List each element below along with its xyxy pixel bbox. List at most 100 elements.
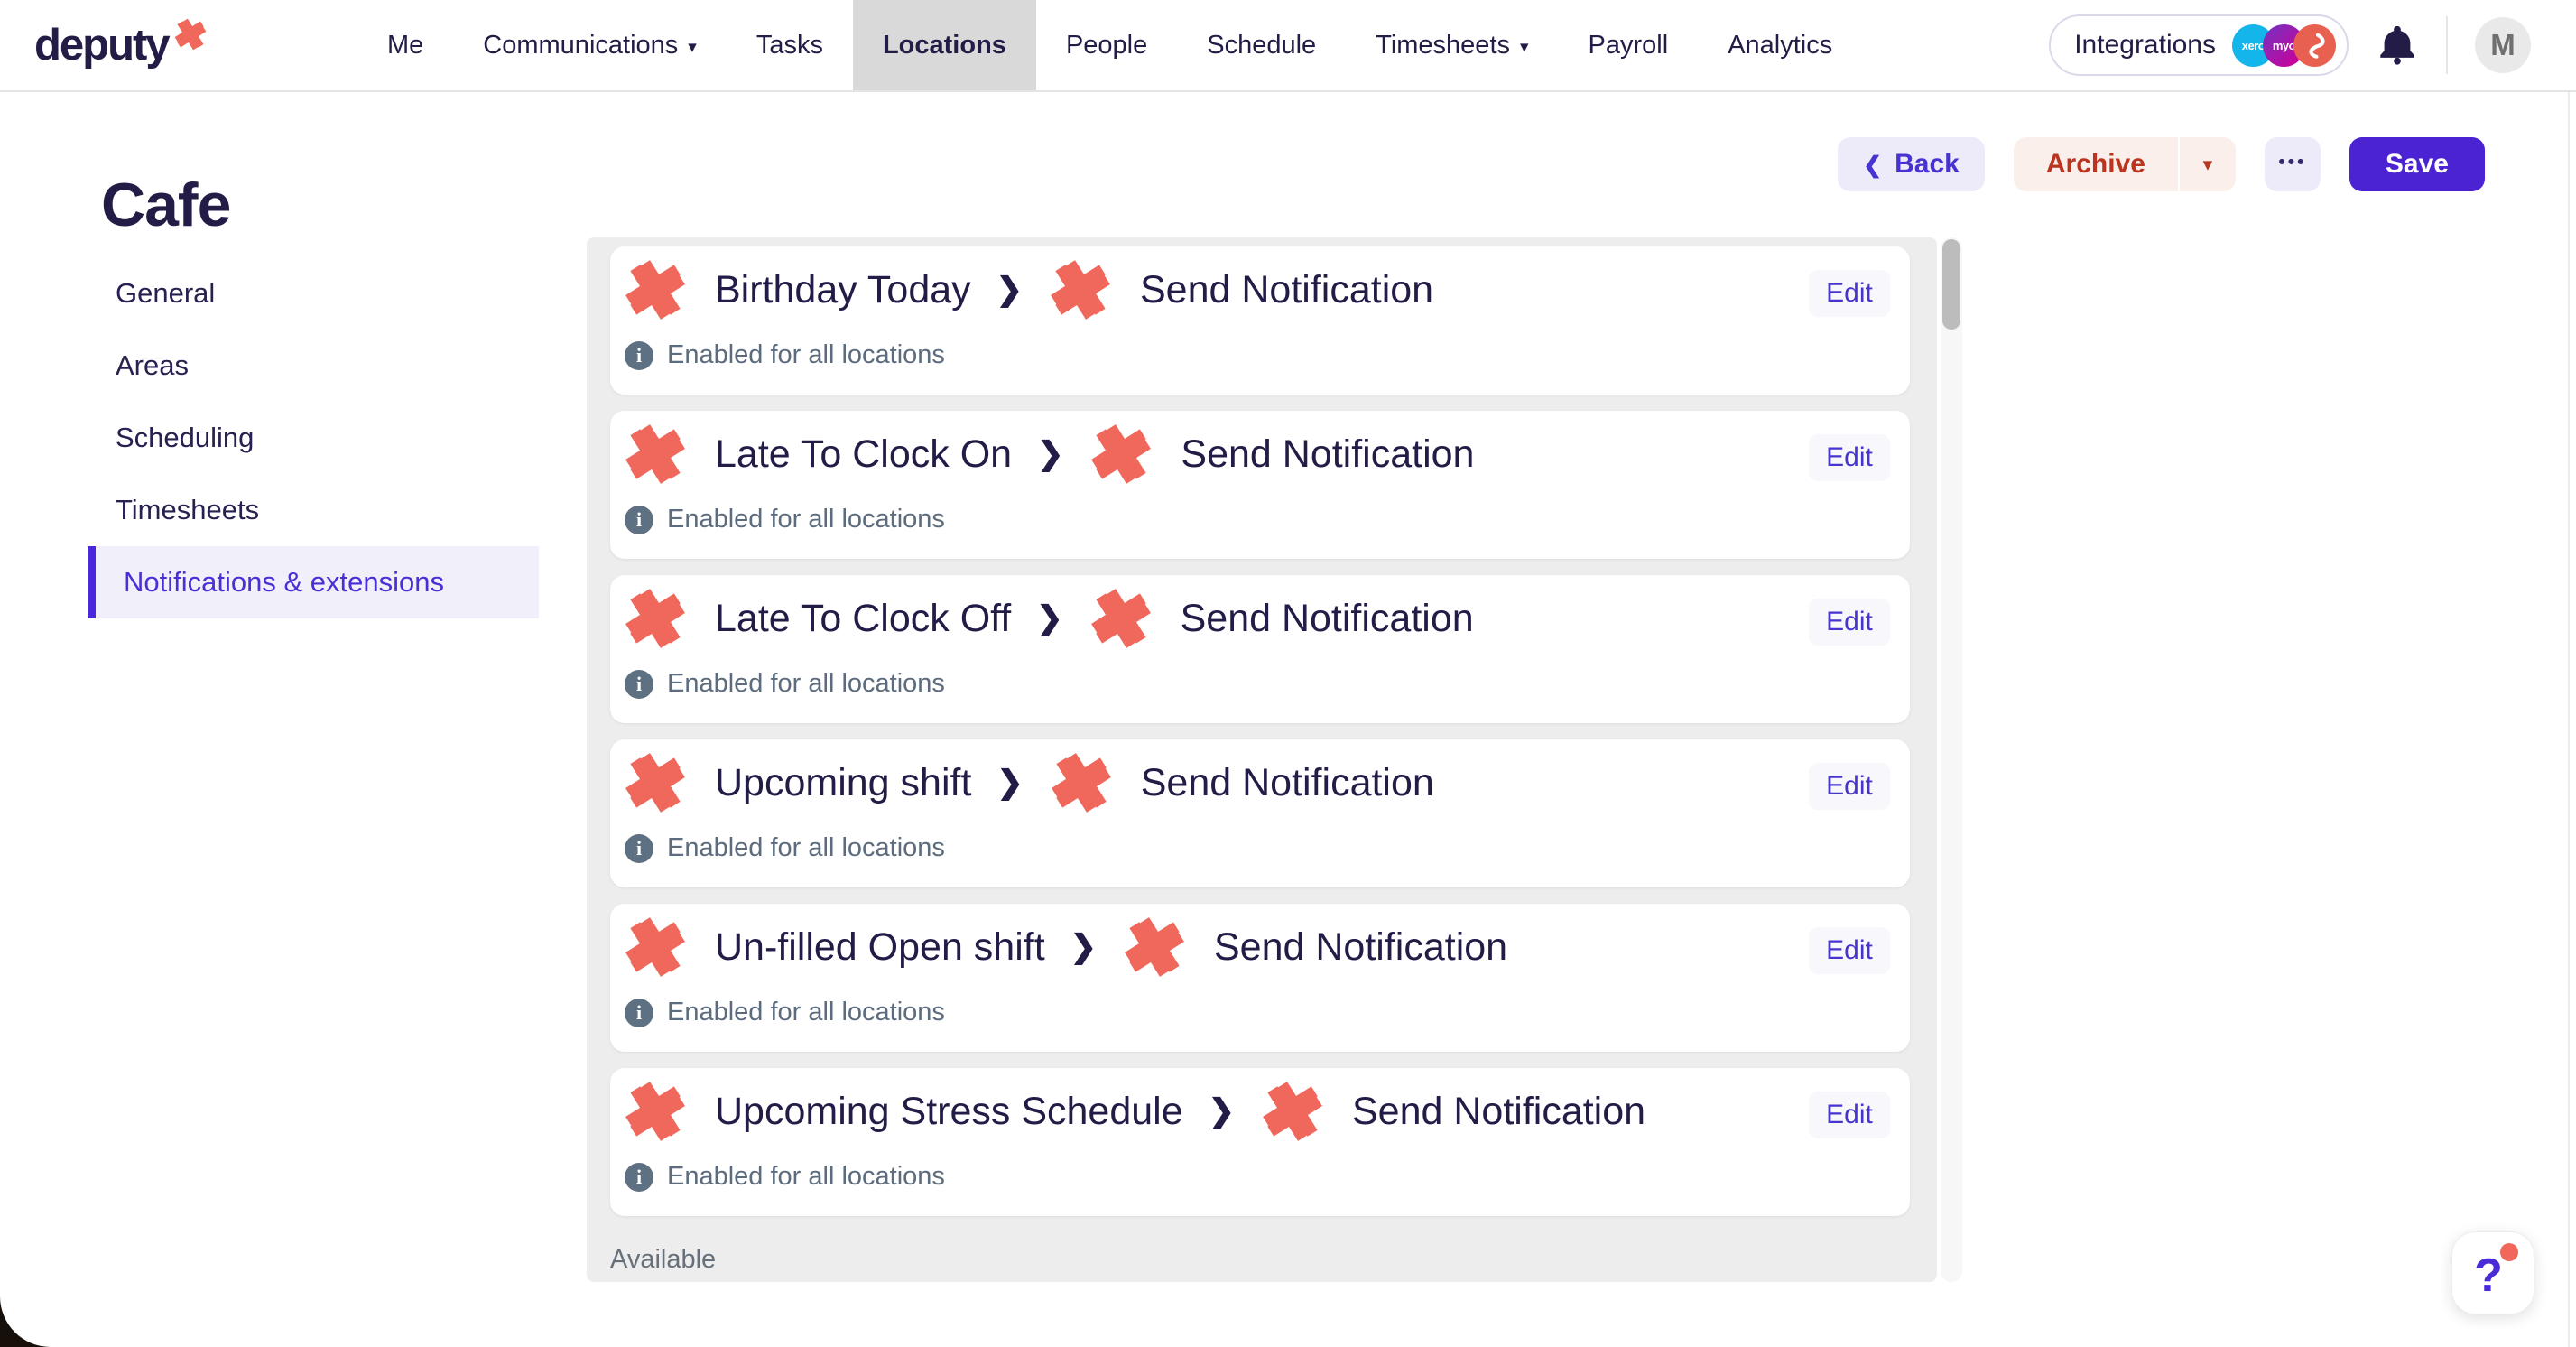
more-options-button[interactable]: ••• [2265,137,2321,191]
status-text: Enabled for all locations [667,505,945,534]
trigger-label: Upcoming shift [715,761,971,805]
action-label: Send Notification [1140,268,1433,312]
deputy-pinwheel-icon [621,584,690,653]
main-nav: Me Communications ▾ Tasks Locations Peop… [357,0,1862,90]
available-section-label: Available [610,1245,1937,1275]
deputy-pinwheel-icon [621,255,690,324]
edit-button[interactable]: Edit [1809,270,1890,317]
deputy-logo[interactable]: deputy [34,0,208,90]
notification-card-un-filled-open-shift: Un-filled Open shift ❯ Send Notification… [610,904,1910,1052]
status-text: Enabled for all locations [667,340,945,370]
notifications-panel: Birthday Today ❯ Send Notification Edit … [587,237,1937,1282]
help-button[interactable]: ? [2451,1231,2534,1314]
info-icon: i [625,506,653,534]
notification-card-upcoming-stress-schedule: Upcoming Stress Schedule ❯ Send Notifica… [610,1068,1910,1216]
page-scrollbar-gutter [2568,90,2570,1347]
notification-rule-row: Un-filled Open shift ❯ Send Notification… [610,904,1910,990]
nav-item-label: Analytics [1728,31,1832,60]
sidebar-item-notifications-extensions[interactable]: Notifications & extensions [88,546,539,618]
nav-item-me[interactable]: Me [357,0,453,90]
action-label: Send Notification [1141,761,1434,805]
nav-item-tasks[interactable]: Tasks [727,0,853,90]
user-avatar[interactable]: M [2475,17,2531,73]
notifications-bell-icon[interactable] [2376,22,2419,69]
question-mark-icon: ? [2474,1249,2503,1303]
nav-item-communications[interactable]: Communications ▾ [453,0,727,90]
notification-status-row: i Enabled for all locations [610,998,1910,1027]
sidebar-item-scheduling[interactable]: Scheduling [88,402,539,474]
edit-button[interactable]: Edit [1809,763,1890,810]
nav-item-people[interactable]: People [1036,0,1177,90]
deputy-pinwheel-icon [621,748,690,817]
nav-item-payroll[interactable]: Payroll [1559,0,1699,90]
nav-item-analytics[interactable]: Analytics [1698,0,1862,90]
notification-status-row: i Enabled for all locations [610,669,1910,699]
info-icon: i [625,999,653,1027]
back-label: Back [1895,149,1960,180]
info-icon: i [625,834,653,863]
settings-sidebar: General Areas Scheduling Timesheets Noti… [88,257,539,618]
notification-rule-row: Upcoming Stress Schedule ❯ Send Notifica… [610,1068,1910,1155]
chevron-right-icon: ❯ [1036,600,1062,636]
sidebar-item-areas[interactable]: Areas [88,330,539,402]
deputy-pinwheel-icon [621,420,690,488]
status-text: Enabled for all locations [667,998,945,1027]
nav-item-label: Locations [883,31,1006,60]
deputy-pinwheel-icon [1047,748,1116,817]
trigger-label: Un-filled Open shift [715,925,1045,970]
notification-status-row: i Enabled for all locations [610,833,1910,863]
info-icon: i [625,670,653,699]
chevron-down-icon: ▾ [2203,153,2213,176]
sidebar-item-timesheets[interactable]: Timesheets [88,474,539,546]
archive-split-button: Archive ▾ [2014,137,2236,191]
nav-item-schedule[interactable]: Schedule [1177,0,1346,90]
nav-item-locations[interactable]: Locations [853,0,1036,90]
nav-item-timesheets[interactable]: Timesheets ▾ [1346,0,1558,90]
nav-item-label: Schedule [1207,31,1316,60]
trigger-label: Late To Clock Off [715,597,1011,641]
status-text: Enabled for all locations [667,1162,945,1192]
save-button[interactable]: Save [2349,137,2485,191]
list-scrollbar-track[interactable] [1941,237,1962,1282]
nav-item-label: Timesheets [1376,31,1510,60]
deputy-pinwheel-icon [621,1077,690,1146]
nav-item-label: Communications [483,31,678,60]
trigger-label: Late To Clock On [715,432,1012,477]
sidebar-item-label: Scheduling [116,422,254,454]
deputy-pinwheel-icon [1120,913,1189,981]
sidebar-item-label: General [116,277,215,310]
edit-button[interactable]: Edit [1809,1092,1890,1138]
edit-button[interactable]: Edit [1809,434,1890,481]
edit-button[interactable]: Edit [1809,927,1890,974]
action-label: Send Notification [1181,597,1474,641]
chevron-right-icon: ❯ [1209,1093,1235,1129]
archive-button[interactable]: Archive [2014,137,2178,191]
notification-card-late-to-clock-on: Late To Clock On ❯ Send Notification Edi… [610,411,1910,559]
edit-button[interactable]: Edit [1809,599,1890,646]
sidebar-item-label: Areas [116,349,189,382]
notification-cards: Birthday Today ❯ Send Notification Edit … [587,246,1937,1216]
notification-rule-row: Late To Clock On ❯ Send Notification Edi… [610,411,1910,497]
topbar-divider [2446,16,2448,74]
notification-status-row: i Enabled for all locations [610,505,1910,534]
chevron-right-icon: ❯ [1037,436,1063,472]
nav-item-label: Payroll [1589,31,1669,60]
page-actions: ❮ Back Archive ▾ ••• Save [1838,137,2485,191]
chevron-right-icon: ❯ [996,272,1023,308]
nav-item-label: Tasks [756,31,823,60]
back-button[interactable]: ❮ Back [1838,137,1985,191]
notification-card-upcoming-shift: Upcoming shift ❯ Send Notification Edit … [610,739,1910,887]
notification-rule-row: Late To Clock Off ❯ Send Notification Ed… [610,575,1910,662]
list-scrollbar-thumb[interactable] [1942,239,1960,330]
info-icon: i [625,1163,653,1192]
info-icon: i [625,341,653,370]
sidebar-item-label: Notifications & extensions [124,566,444,599]
nav-item-label: People [1066,31,1147,60]
integrations-button[interactable]: Integrations xeromyo [2049,14,2349,76]
sidebar-item-general[interactable]: General [88,257,539,330]
archive-dropdown-button[interactable]: ▾ [2180,137,2236,191]
status-text: Enabled for all locations [667,669,945,699]
deputy-pinwheel-icon [1258,1077,1327,1146]
lightspeed-glyph [2302,32,2329,59]
action-label: Send Notification [1214,925,1507,970]
